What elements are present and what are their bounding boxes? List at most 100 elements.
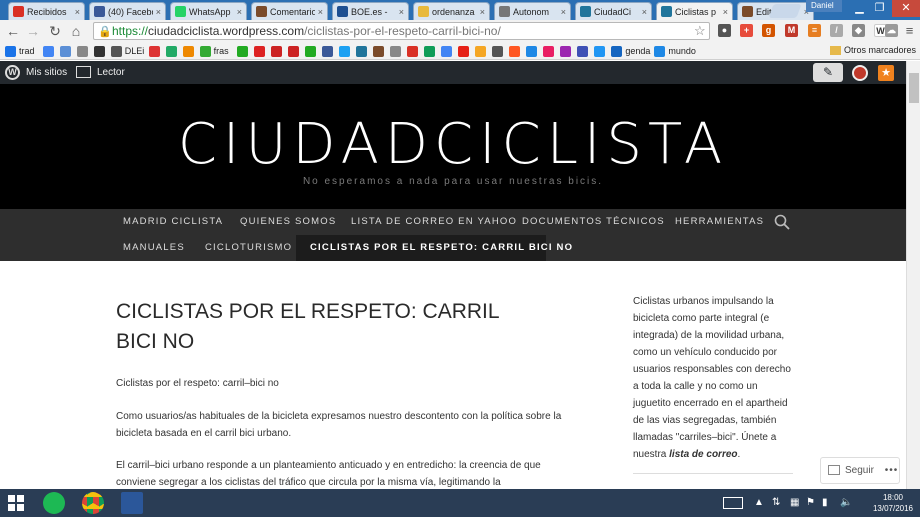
bookmark-item[interactable]	[373, 45, 387, 57]
other-bookmarks[interactable]: Otros marcadores	[830, 45, 916, 56]
close-tab-icon[interactable]: ×	[237, 7, 242, 17]
bookmark-item[interactable]	[93, 45, 108, 57]
mailing-list-link[interactable]: lista de correo	[669, 449, 737, 460]
maximize-icon[interactable]: ❐	[866, 0, 893, 17]
nav-item-madrid-ciclista[interactable]: MADRID CICLISTA	[109, 209, 237, 235]
extension-dropbox-icon[interactable]: ◆	[852, 24, 865, 37]
system-clock[interactable]: 18:00 13/07/2016	[868, 492, 918, 514]
battery-icon[interactable]: ▮	[822, 497, 828, 508]
bookmark-item[interactable]	[254, 45, 268, 57]
home-icon[interactable]: ⌂	[68, 23, 84, 39]
browser-tab[interactable]: CiudadCi ×	[575, 2, 652, 20]
network-icon[interactable]: ⇅	[772, 497, 780, 508]
bookmark-item[interactable]	[182, 45, 197, 57]
bookmark-item[interactable]	[577, 45, 591, 57]
bookmark-item[interactable]	[237, 45, 251, 57]
address-bar[interactable]: 🔒 https://ciudadciclista.wordpress.com/ci…	[93, 22, 710, 40]
close-tab-icon[interactable]: ×	[318, 7, 323, 17]
bookmark-item[interactable]	[475, 45, 489, 57]
bookmark-item[interactable]	[492, 45, 506, 57]
nav-item-quienes-somos[interactable]: QUIENES SOMOS	[226, 209, 350, 235]
bookmark-item[interactable]	[441, 45, 455, 57]
extension-plus-icon[interactable]: +	[740, 24, 753, 37]
windows-tray-icon[interactable]: ▦	[790, 497, 799, 508]
bookmark-item[interactable]	[271, 45, 285, 57]
site-title[interactable]: CIUDADCICLISTA	[0, 112, 906, 177]
extension-gplus-icon[interactable]: g	[762, 24, 775, 37]
bookmark-item[interactable]	[148, 45, 163, 57]
follow-button[interactable]: Seguir •••	[820, 457, 900, 484]
extension-cloud-icon[interactable]: ☁	[885, 24, 898, 37]
nav-item-cicloturismo[interactable]: CICLOTURISMO	[191, 235, 306, 261]
browser-tab[interactable]: WhatsApp ×	[170, 2, 247, 20]
bookmark-item[interactable]	[165, 45, 180, 57]
close-tab-icon[interactable]: ×	[399, 7, 404, 17]
extension-bell-icon[interactable]: ●	[718, 24, 731, 37]
browser-tab[interactable]: Comentarios×	[251, 2, 328, 20]
bookmark-item[interactable]	[288, 45, 302, 57]
close-window-icon[interactable]: ✕	[892, 0, 920, 17]
bookmark-item[interactable]	[339, 45, 353, 57]
nav-item-herramientas[interactable]: HERRAMIENTAS	[661, 209, 778, 235]
my-sites-link[interactable]: Mis sitios	[26, 67, 67, 78]
spotify-icon[interactable]	[43, 492, 65, 514]
browser-tab[interactable]: Recibidos ×	[8, 2, 85, 20]
bookmark-item[interactable]	[356, 45, 370, 57]
browser-tab[interactable]: ordenanza ×	[413, 2, 490, 20]
back-icon[interactable]: ←	[5, 23, 21, 39]
bookmark-item[interactable]	[560, 45, 574, 57]
volume-icon[interactable]: 🔈	[840, 497, 852, 508]
scrollbar-thumb[interactable]	[909, 73, 919, 103]
flag-icon[interactable]: ⚑	[806, 497, 815, 508]
nav-item-documentos-tecnicos[interactable]: DOCUMENTOS TÉCNICOS	[508, 209, 679, 235]
bookmark-item[interactable]	[594, 45, 608, 57]
page-scrollbar[interactable]	[906, 61, 920, 489]
windows-start-icon[interactable]	[8, 495, 24, 511]
word-icon[interactable]	[121, 492, 143, 514]
browser-tab[interactable]: Ciclistas p ×	[656, 2, 733, 20]
bookmark-item[interactable]	[42, 45, 57, 57]
close-tab-icon[interactable]: ×	[75, 7, 80, 17]
avatar[interactable]	[852, 65, 868, 81]
bookmark-item[interactable]	[526, 45, 540, 57]
reader-link[interactable]: Lector	[97, 67, 125, 78]
search-icon[interactable]	[774, 214, 790, 230]
notifications-icon[interactable]: ★	[878, 65, 894, 81]
bookmark-item[interactable]	[543, 45, 557, 57]
keyboard-icon[interactable]	[723, 497, 743, 509]
browser-tab[interactable]: Autonom ×	[494, 2, 571, 20]
bookmark-item[interactable]: genda	[611, 45, 650, 57]
bookmark-star-icon[interactable]: ☆	[694, 23, 706, 39]
bookmark-item[interactable]: DLEi	[110, 45, 144, 57]
profile-button[interactable]: Daniel	[806, 0, 842, 12]
write-post-button[interactable]: ✎	[813, 63, 843, 82]
bookmark-item[interactable]	[509, 45, 523, 57]
close-tab-icon[interactable]: ×	[723, 7, 728, 17]
more-options-icon[interactable]: •••	[885, 465, 899, 476]
browser-tab[interactable]: (40) Facebook×	[89, 2, 166, 20]
nav-item-manuales[interactable]: MANUALES	[109, 235, 199, 261]
bookmark-item[interactable]	[458, 45, 472, 57]
bookmark-item[interactable]	[322, 45, 336, 57]
extension-rss-icon[interactable]: ≡	[808, 24, 821, 37]
reader-icon[interactable]	[76, 66, 91, 78]
bookmark-item[interactable]	[305, 45, 319, 57]
bookmark-item[interactable]	[424, 45, 438, 57]
close-tab-icon[interactable]: ×	[642, 7, 647, 17]
close-tab-icon[interactable]: ×	[480, 7, 485, 17]
show-hidden-icons-icon[interactable]: ▲	[754, 497, 764, 508]
reload-icon[interactable]: ↻	[47, 23, 63, 39]
bookmark-item[interactable]	[76, 45, 91, 57]
new-tab-button[interactable]	[768, 4, 802, 18]
wordpress-logo-icon[interactable]: W	[5, 65, 20, 80]
extension-gmail-icon[interactable]: M	[785, 24, 798, 37]
extension-pencil-icon[interactable]: /	[830, 24, 843, 37]
bookmark-item[interactable]	[59, 45, 74, 57]
bookmark-item[interactable]	[407, 45, 421, 57]
bookmark-item[interactable]: mundo	[654, 45, 696, 57]
close-tab-icon[interactable]: ×	[156, 7, 161, 17]
bookmark-item[interactable]: trad	[5, 45, 35, 57]
chrome-menu-icon[interactable]: ≡	[903, 24, 916, 37]
browser-tab[interactable]: BOE.es - ×	[332, 2, 409, 20]
bookmark-item[interactable]	[390, 45, 404, 57]
